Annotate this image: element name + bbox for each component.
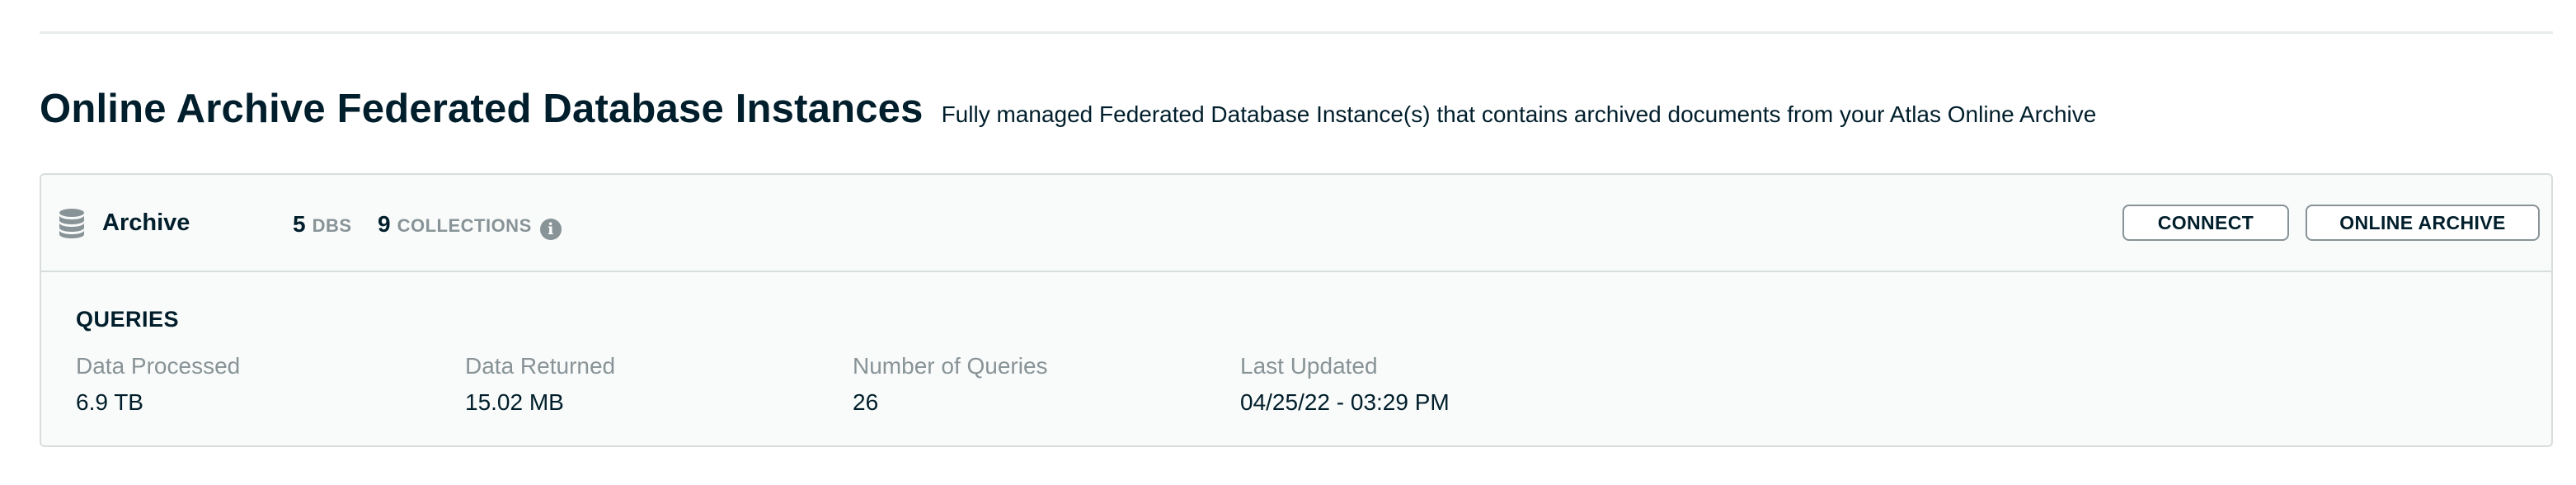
instance-name: Archive bbox=[102, 210, 190, 236]
metric-number-of-queries: Number of Queries 26 bbox=[853, 353, 1048, 416]
metric-last-updated: Last Updated 04/25/22 - 03:29 PM bbox=[1240, 353, 1450, 416]
metric-value: 6.9 TB bbox=[76, 389, 143, 415]
metric-data-returned: Data Returned 15.02 MB bbox=[465, 353, 615, 416]
online-archive-button[interactable]: ONLINE ARCHIVE bbox=[2306, 205, 2540, 241]
connect-button[interactable]: CONNECT bbox=[2122, 205, 2289, 241]
instance-card-header: Archive 5 DBS 9 COLLECTIONS i CONNECT ON… bbox=[41, 175, 2551, 272]
metric-label: Number of Queries bbox=[853, 353, 1048, 379]
metric-value: 26 bbox=[853, 389, 879, 415]
dbs-label: DBS bbox=[312, 215, 352, 236]
collections-stat: 9 COLLECTIONS i bbox=[378, 211, 562, 240]
dbs-stat: 5 DBS bbox=[293, 211, 352, 238]
page-subtitle: Fully managed Federated Database Instanc… bbox=[941, 101, 2097, 127]
metric-data-processed: Data Processed 6.9 TB bbox=[76, 353, 240, 416]
dbs-count: 5 bbox=[293, 211, 306, 237]
queries-title: QUERIES bbox=[76, 307, 180, 332]
metric-value: 04/25/22 - 03:29 PM bbox=[1240, 389, 1450, 415]
metric-value: 15.02 MB bbox=[465, 389, 564, 415]
database-icon bbox=[59, 209, 84, 238]
metric-label: Data Processed bbox=[76, 353, 241, 379]
instance-card: Archive 5 DBS 9 COLLECTIONS i CONNECT ON… bbox=[40, 173, 2553, 447]
metric-label: Last Updated bbox=[1240, 353, 1378, 379]
info-icon[interactable]: i bbox=[539, 219, 562, 240]
collections-label: COLLECTIONS bbox=[397, 215, 532, 236]
collections-count: 9 bbox=[378, 211, 391, 237]
metric-label: Data Returned bbox=[465, 353, 616, 379]
page-title: Online Archive Federated Database Instan… bbox=[40, 87, 924, 131]
top-divider bbox=[40, 31, 2553, 34]
section-header: Online Archive Federated Database Instan… bbox=[40, 86, 2096, 144]
